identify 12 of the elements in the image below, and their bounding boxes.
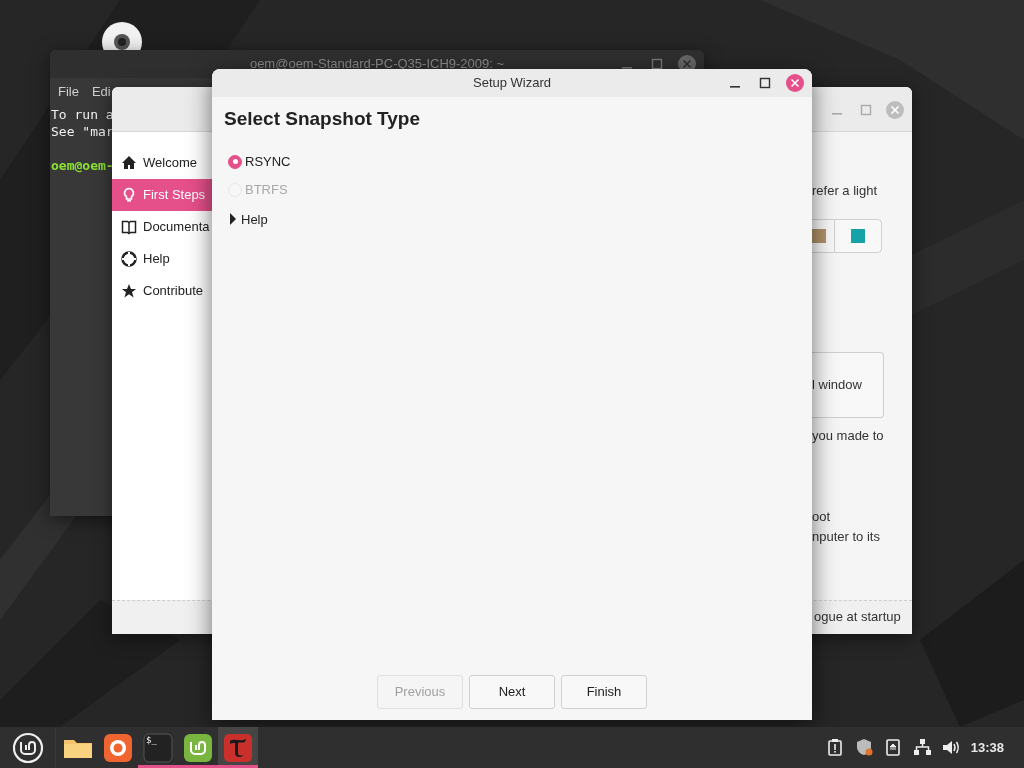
radio-label: BTRFS (245, 180, 288, 199)
body-text: you made to (812, 426, 885, 445)
body-text: nputer to its (812, 527, 881, 546)
window-title: Setup Wizard (473, 74, 551, 92)
prompt-text: oem@oem- (51, 156, 114, 174)
window-title: oem@oem-Standard-PC-Q35-ICH9-2009: ~ (249, 55, 505, 74)
body-text: oot (812, 508, 832, 526)
page-heading: Select Snapshot Type (224, 107, 422, 131)
body-text: refer a light (812, 182, 879, 200)
output-text: To run a (51, 105, 114, 123)
terminal-prompt-text: $_ (146, 734, 157, 747)
output-text: See "mar (51, 122, 114, 140)
